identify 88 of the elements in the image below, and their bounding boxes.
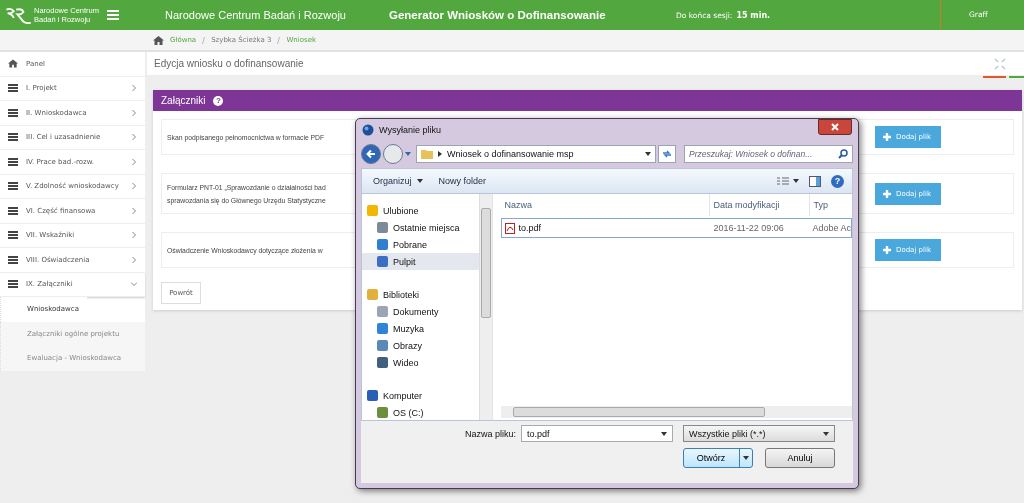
- list-icon: [8, 206, 18, 215]
- dropdown-arrow-icon[interactable]: [405, 152, 411, 156]
- home-icon: [8, 59, 18, 69]
- chevron-right-icon: [131, 134, 137, 141]
- expand-icon[interactable]: [994, 57, 1006, 70]
- refresh-icon: [662, 150, 672, 158]
- path-field[interactable]: Wniosek o dofinansowanie msp: [416, 145, 656, 163]
- chevron-right-icon: [131, 256, 137, 263]
- organize-menu-button[interactable]: Organizuj: [370, 176, 426, 186]
- folder-icon: [421, 149, 433, 159]
- plus-icon: [883, 246, 891, 254]
- session-time: 15 min.: [736, 10, 771, 20]
- nav-item[interactable]: Muzyka: [362, 320, 480, 337]
- page-title: Edycja wniosku o dofinansowanie: [154, 58, 305, 69]
- chevron-right-icon: [131, 85, 137, 92]
- nav-group[interactable]: Ulubione: [362, 202, 480, 219]
- list-icon: [8, 133, 18, 142]
- forward-nav-button[interactable]: [383, 144, 403, 164]
- nav-item[interactable]: OS (C:): [362, 404, 480, 420]
- arrow-right-icon: [438, 151, 442, 157]
- file-type-dropdown[interactable]: Wszystkie pliki (*.*): [683, 425, 835, 442]
- menu-icon[interactable]: [107, 10, 120, 20]
- file-name-field[interactable]: to.pdf: [521, 425, 673, 442]
- list-icon: [8, 280, 18, 289]
- nav-item[interactable]: Ostatnie miejsca: [362, 219, 480, 236]
- search-icon: [838, 149, 848, 159]
- refresh-button[interactable]: [658, 145, 676, 163]
- close-icon: [831, 123, 839, 131]
- file-type: Adobe Ac: [811, 223, 851, 233]
- chevron-right-icon: [131, 183, 137, 190]
- search-field[interactable]: Przeszukaj: Wniosek o dofinan...: [684, 145, 853, 163]
- column-header[interactable]: Data modyfikacji: [710, 194, 811, 216]
- globe-icon: [362, 123, 374, 136]
- chevron-right-icon: [131, 232, 137, 239]
- nav-item[interactable]: Wideo: [362, 354, 480, 371]
- list-icon: [8, 84, 18, 93]
- vertical-scrollbar[interactable]: [479, 194, 493, 420]
- panel-title: Załączniki: [161, 95, 206, 106]
- new-folder-button[interactable]: Nowy folder: [435, 176, 490, 186]
- dropdown-arrow-icon: [823, 431, 829, 436]
- list-icon: [8, 108, 18, 117]
- help-icon[interactable]: ?: [831, 174, 844, 188]
- scroll-thumb[interactable]: [513, 407, 766, 417]
- nav-group[interactable]: Komputer: [362, 387, 480, 404]
- cancel-button[interactable]: Anuluj: [765, 448, 835, 468]
- caret-icon: [743, 456, 749, 460]
- file-row[interactable]: to.pdf 2016-11-22 09:06 Adobe Ac: [501, 218, 852, 238]
- app-title: Generator Wniosków o Dofinansowanie: [389, 9, 607, 21]
- slash-separator-icon: [202, 36, 206, 44]
- dropdown-arrow-icon: [661, 431, 667, 436]
- nav-item[interactable]: Dokumenty: [362, 303, 480, 320]
- dialog-title: Wysyłanie pliku: [379, 124, 441, 135]
- left-arrow-icon: [366, 149, 376, 159]
- list-icon: [8, 182, 18, 191]
- file-name-label: Nazwa pliku:: [464, 428, 516, 439]
- chevron-right-icon: [131, 158, 137, 165]
- scroll-thumb[interactable]: [481, 208, 492, 318]
- horizontal-scrollbar[interactable]: [501, 406, 852, 418]
- plus-icon: [883, 133, 891, 141]
- list-icon: [8, 255, 18, 264]
- chevron-right-icon: [131, 109, 137, 116]
- plus-icon: [883, 189, 891, 198]
- slash-separator-icon: [277, 36, 281, 44]
- help-icon[interactable]: ?: [213, 95, 224, 106]
- home-icon[interactable]: [153, 35, 164, 45]
- chevron-right-icon: [131, 207, 137, 214]
- file-name: to.pdf: [518, 223, 541, 233]
- nav-item[interactable]: Pulpit: [362, 253, 480, 270]
- list-icon: [8, 157, 18, 166]
- nav-group[interactable]: Biblioteki: [362, 286, 480, 303]
- file-date: 2016-11-22 09:06: [712, 223, 785, 233]
- pdf-file-icon: [505, 222, 516, 234]
- nav-item[interactable]: Pobrane: [362, 236, 480, 253]
- list-icon: [8, 231, 18, 240]
- tab-indicator-line: [1009, 76, 1024, 78]
- organization-name: Narodowe Centrum Badań i Rozwoju: [165, 9, 347, 21]
- column-header[interactable]: Nazwa: [501, 194, 711, 216]
- column-header[interactable]: Typ: [810, 194, 852, 216]
- nav-item[interactable]: Obrazy: [362, 337, 480, 354]
- caret-icon: [416, 179, 423, 183]
- tab-indicator-line: [983, 76, 1006, 78]
- chevron-down-icon: [131, 281, 137, 288]
- close-button[interactable]: [818, 119, 852, 135]
- dropdown-arrow-icon: [645, 152, 651, 156]
- back-nav-button[interactable]: [361, 144, 381, 164]
- preview-pane-icon[interactable]: [809, 175, 821, 187]
- open-button[interactable]: Otwórz: [683, 448, 753, 468]
- view-options-icon[interactable]: [777, 177, 799, 185]
